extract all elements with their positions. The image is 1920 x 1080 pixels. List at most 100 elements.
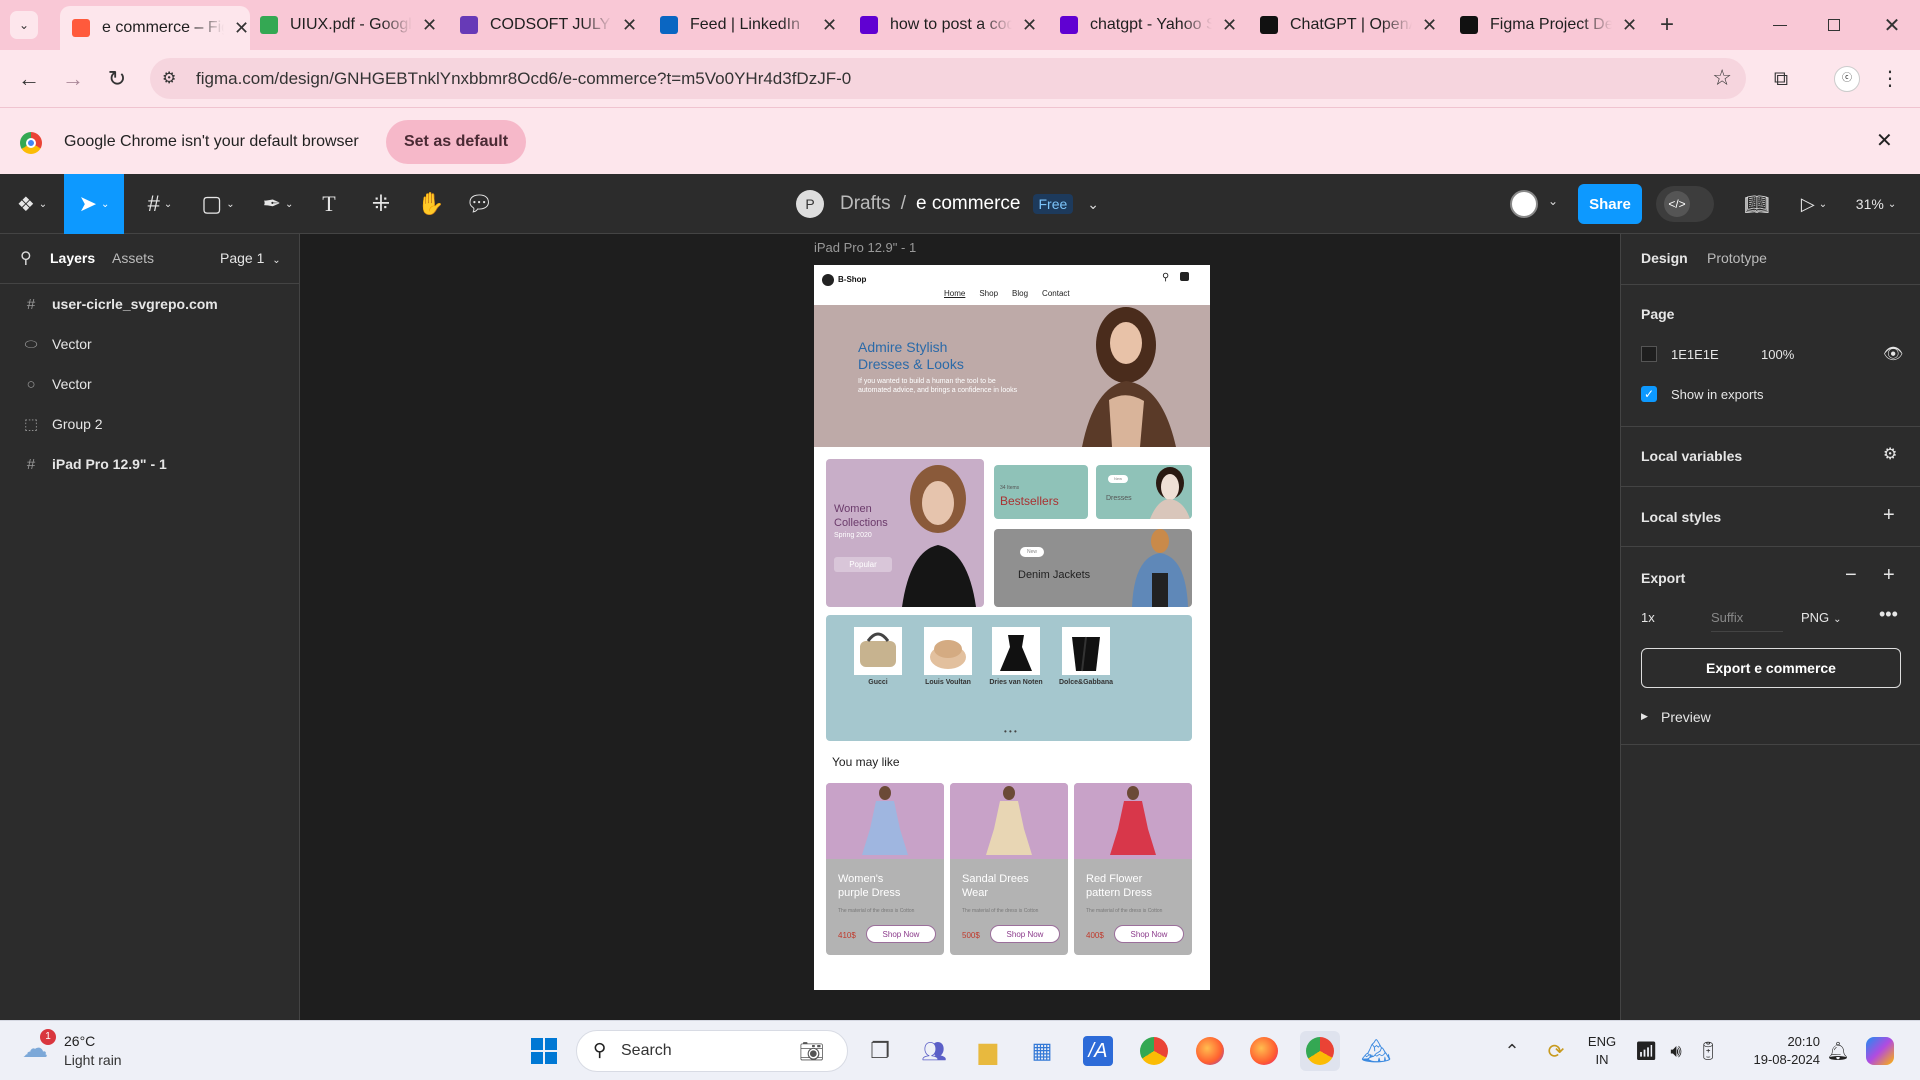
frame-tool[interactable]: # ⌄ [138,174,182,234]
browser-tab[interactable]: how to post a code ✕ [850,8,1038,42]
set-default-button[interactable]: Set as default [386,120,526,164]
layer-row[interactable]: ⬚ Group 2 [0,404,300,444]
copilot-icon[interactable] [1860,1031,1900,1071]
tab-assets[interactable]: Assets [112,250,154,266]
nav-home[interactable]: Home [944,289,965,298]
multiplayer-avatar[interactable] [1510,190,1538,218]
layer-row[interactable]: # iPad Pro 12.9" - 1 [0,444,300,484]
site-info-icon[interactable]: ⚙ [162,68,176,88]
profile-avatar[interactable]: ⓒ [1834,66,1860,92]
page-selector[interactable]: Page 1 ⌄ [220,250,281,266]
brand-product-image[interactable] [992,627,1040,675]
product-card[interactable]: Women's purple Dress The material of the d… [826,783,944,955]
nav-contact[interactable]: Contact [1042,289,1070,298]
variables-sliders-icon[interactable]: ⚙ [1883,444,1897,464]
product-card[interactable]: Sandal Drees Wear The material of the dres… [950,783,1068,955]
carousel-dots[interactable]: • • • [1004,727,1017,736]
zoom-menu[interactable]: 31% ⌄ [1848,174,1904,234]
browser-tab[interactable]: e commerce – Figma ✕ [60,6,250,50]
teams-icon[interactable]: 👥︎ [914,1031,954,1071]
close-tab-icon[interactable]: ✕ [1222,15,1237,36]
comment-tool[interactable]: 💬︎ [462,174,496,234]
file-name[interactable]: e commerce [916,193,1021,215]
task-view-icon[interactable]: ❐ [860,1031,900,1071]
start-button[interactable] [524,1031,564,1071]
url-text[interactable]: figma.com/design/GNHGEBTnklYnxbbmr8Ocd6/… [196,69,851,89]
back-button[interactable]: ← [14,64,44,94]
show-exports-checkbox[interactable]: ✓ [1641,386,1657,402]
shop-now-button[interactable]: Shop Now [1114,925,1184,943]
text-tool[interactable]: T [312,174,346,234]
brand-name[interactable]: B-Shop [838,275,866,284]
preview-caret-icon[interactable]: ▶ [1641,711,1648,722]
close-tab-icon[interactable]: ✕ [422,15,437,36]
ipad-frame[interactable]: B-Shop Home Shop Blog Contact ⚲ Admire S… [814,265,1210,990]
restore-button[interactable] [1814,10,1854,40]
close-infobar-icon[interactable]: ✕ [1876,128,1893,153]
present-button[interactable]: ▷ ⌄ [1794,174,1834,234]
breadcrumb-folder[interactable]: Drafts [840,193,891,215]
brand-product-image[interactable] [924,627,972,675]
library-button[interactable]: 📖︎ [1740,174,1774,234]
remove-export-icon[interactable]: − [1845,564,1857,587]
move-tool[interactable]: ➤ ⌄ [64,174,124,234]
tab-layers[interactable]: Layers [50,250,95,266]
nav-shop[interactable]: Shop [979,289,998,298]
editor-app-icon[interactable]: /A [1078,1031,1118,1071]
language-indicator[interactable]: ENG IN [1580,1033,1624,1069]
bookmark-star-icon[interactable]: ☆ [1712,65,1732,91]
close-tab-icon[interactable]: ✕ [1622,15,1637,36]
browser-tab[interactable]: chatgpt - Yahoo Search ✕ [1050,8,1238,42]
close-tab-icon[interactable]: ✕ [622,15,637,36]
close-tab-icon[interactable]: ✕ [1422,15,1437,36]
resources-tool[interactable]: ⁜ [364,174,398,234]
chrome-icon[interactable] [1134,1031,1174,1071]
close-tab-icon[interactable]: ✕ [234,18,249,39]
export-scale[interactable]: 1x [1641,610,1655,625]
browser-tab[interactable]: Figma Project Design ✕ [1450,8,1638,42]
denim-jackets-card[interactable]: New Denim Jackets [994,529,1192,607]
figma-main-menu[interactable]: ❖ ⌄ [10,174,54,234]
close-window-button[interactable]: ✕ [1872,10,1912,40]
photos-app-icon[interactable]: 🏔︎ [1356,1031,1396,1071]
page-opacity[interactable]: 100% [1761,347,1794,362]
export-more-icon[interactable]: ••• [1879,604,1898,625]
extensions-icon[interactable]: ⧉ [1766,64,1796,94]
browser-tab[interactable]: ChatGPT | OpenAI ✕ [1250,8,1438,42]
women-collection-card[interactable]: Women Collections Spring 2020 Popular [826,459,984,607]
product-card[interactable]: Red Flower pattern Dress The material of t… [1074,783,1192,955]
shop-now-button[interactable]: Shop Now [866,925,936,943]
export-button[interactable]: Export e commerce [1641,648,1901,688]
add-style-icon[interactable]: + [1883,504,1895,527]
address-bar[interactable]: ⚙ figma.com/design/GNHGEBTnklYnxbbmr8Ocd… [150,58,1746,99]
search-icon[interactable]: ⚲ [1162,272,1169,283]
file-explorer-icon[interactable]: ▆ [968,1031,1008,1071]
layer-row[interactable]: ⬭ Vector [0,324,300,364]
weather-widget[interactable]: ☁ 1 26°C Light rain [20,1029,150,1073]
page-color-swatch[interactable] [1641,346,1657,362]
chevron-down-icon[interactable]: ⌄ [1548,194,1558,208]
chevron-down-icon[interactable]: ⌄ [1087,196,1099,213]
notifications-bell-icon[interactable]: 🔔︎ [1818,1031,1858,1071]
tab-search-button[interactable]: ⌄ [10,11,38,39]
microsoft-store-icon[interactable]: ▦ [1022,1031,1062,1071]
forward-button[interactable]: → [58,64,88,94]
minimize-button[interactable] [1760,10,1800,40]
firefox-icon[interactable] [1190,1031,1230,1071]
firefox-alt-icon[interactable] [1244,1031,1284,1071]
page-color-hex[interactable]: 1E1E1E [1671,347,1719,362]
layer-row[interactable]: # user-cicrle_svgrepo.com [0,284,300,324]
eye-icon[interactable]: 👁︎ [1883,344,1903,364]
cart-icon[interactable] [1180,272,1189,281]
search-icon[interactable]: ⚲ [20,248,32,268]
chrome-active-icon[interactable] [1300,1031,1340,1071]
shape-tool[interactable]: ▢ ⌄ [196,174,240,234]
local-variables-title[interactable]: Local variables [1641,448,1742,464]
nav-blog[interactable]: Blog [1012,289,1028,298]
tab-design[interactable]: Design [1641,250,1688,266]
bestsellers-card[interactable]: 34 Items Bestsellers [994,465,1088,519]
battery-icon[interactable]: 🔋︎ [1688,1031,1728,1071]
close-tab-icon[interactable]: ✕ [1022,15,1037,36]
dresses-card[interactable]: New Dresses [1096,465,1192,519]
browser-tab[interactable]: Feed | LinkedIn ✕ [650,8,838,42]
